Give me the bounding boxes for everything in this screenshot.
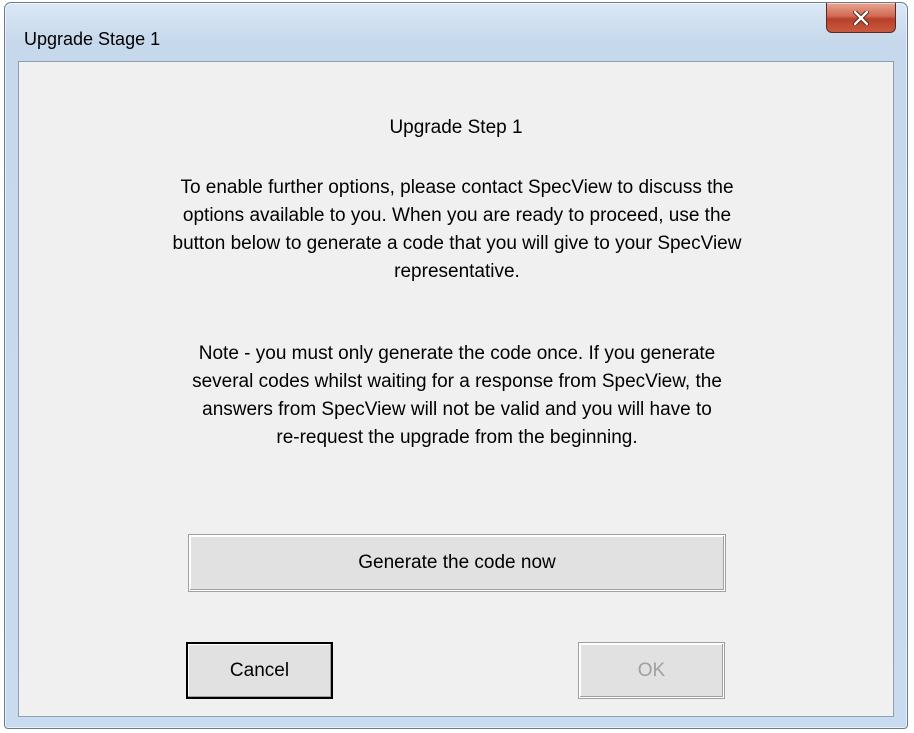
window-title: Upgrade Stage 1 bbox=[24, 29, 161, 49]
note-line: several codes whilst waiting for a respo… bbox=[192, 371, 722, 392]
cancel-button[interactable]: Cancel bbox=[186, 642, 333, 699]
note-line: answers from SpecView will not be valid … bbox=[202, 399, 712, 420]
step-heading: Upgrade Step 1 bbox=[389, 117, 523, 138]
close-icon bbox=[853, 10, 869, 25]
ok-button[interactable]: OK bbox=[578, 642, 725, 699]
note-line: re-request the upgrade from the beginnin… bbox=[276, 427, 638, 448]
dialog-window: Upgrade Stage 1 Upgrade Step 1 To enable… bbox=[4, 2, 908, 729]
instructions-line: button below to generate a code that you… bbox=[172, 233, 742, 254]
close-button[interactable] bbox=[826, 3, 896, 33]
instructions-line: options available to you. When you are r… bbox=[182, 205, 732, 226]
instructions-line: To enable further options, please contac… bbox=[180, 177, 734, 198]
instructions-line: representative. bbox=[394, 261, 520, 282]
note-paragraph: Note - you must only generate the code o… bbox=[49, 340, 865, 452]
dialog-client-area: Upgrade Step 1 To enable further options… bbox=[18, 61, 894, 717]
generate-code-button[interactable]: Generate the code now bbox=[188, 534, 726, 592]
instructions-paragraph: To enable further options, please contac… bbox=[49, 174, 865, 286]
note-line: Note - you must only generate the code o… bbox=[198, 343, 716, 364]
